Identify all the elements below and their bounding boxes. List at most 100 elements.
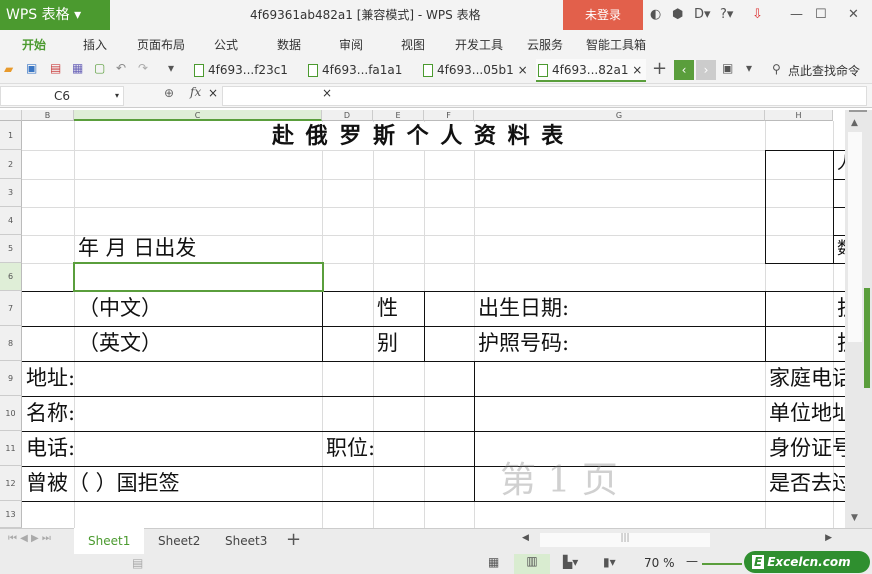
zoom-formula-icon[interactable]: ⊕ [164, 86, 174, 100]
row-header[interactable]: 4 [0, 207, 22, 235]
settings-icon[interactable]: ⬢ [672, 0, 683, 30]
zoom-out-button[interactable]: — [686, 554, 698, 568]
cell-text[interactable]: 职位: [326, 437, 375, 459]
sheet-tab[interactable]: Sheet3 [211, 528, 281, 554]
horizontal-scrollbar[interactable]: ◀ ||| ▶ [522, 533, 832, 547]
pin-icon[interactable]: ▾ [746, 61, 752, 75]
cell-text[interactable]: 单位地址: [769, 402, 845, 424]
scroll-thumb[interactable] [848, 132, 862, 342]
column-header[interactable]: D [322, 110, 373, 121]
row-header[interactable]: 1 [0, 121, 22, 150]
print-preview-icon[interactable]: ▢ [94, 61, 105, 75]
macro-icon[interactable]: ▤ [132, 556, 143, 570]
menu-tab[interactable]: 智能工具箱 [586, 36, 646, 53]
new-tab-button[interactable]: + [652, 58, 667, 79]
row-header[interactable]: 11 [0, 431, 22, 466]
document-tab[interactable]: 4f693...82a1 × [536, 59, 646, 82]
minimize-button[interactable]: — [790, 0, 803, 30]
cell-text[interactable]: 人 [837, 156, 845, 173]
share-icon[interactable]: D▾ [694, 0, 711, 30]
cell-text[interactable]: 性 [377, 297, 398, 319]
cell-text[interactable]: （中文） [78, 297, 162, 319]
cell-text[interactable]: 护照号码: [478, 332, 569, 354]
cell-text[interactable]: 曾被（ ）国拒签 [26, 472, 180, 494]
cell-text[interactable]: 地址: [26, 367, 75, 389]
column-header[interactable]: H [765, 110, 833, 121]
print-icon[interactable]: ▦ [72, 61, 83, 75]
row-header[interactable]: 7 [0, 291, 22, 326]
close-tab-icon[interactable]: × [518, 63, 528, 77]
sheet-tab[interactable]: Sheet1 [74, 528, 145, 554]
row-header[interactable]: 5 [0, 235, 22, 263]
cell-text[interactable]: 电话: [26, 437, 75, 459]
row-header[interactable]: 8 [0, 326, 22, 361]
document-tab[interactable]: 4f693...f23c1 × [192, 59, 300, 100]
reading-mode-icon[interactable]: ▮▾ [603, 555, 616, 569]
login-button[interactable]: 未登录 [563, 0, 643, 30]
open-icon[interactable]: ▰ [4, 62, 13, 76]
skin-icon[interactable]: ◐ [650, 0, 661, 30]
menu-tab[interactable]: 审阅 [339, 36, 363, 53]
cell-text[interactable]: 赴 俄 罗 斯 个 人 资 料 表 [272, 125, 565, 147]
column-header[interactable]: F [424, 110, 474, 121]
download-icon[interactable]: ⇩ [752, 0, 763, 30]
tab-prev-button[interactable]: ‹ [674, 60, 694, 80]
export-pdf-icon[interactable]: ▤ [50, 61, 61, 75]
column-header[interactable]: C [74, 110, 322, 121]
zoom-slider[interactable] [702, 563, 742, 565]
tab-next-button[interactable]: › [696, 60, 716, 80]
column-header[interactable]: B [22, 110, 74, 121]
row-header[interactable]: 12 [0, 466, 22, 501]
cell-text[interactable]: 别 [377, 332, 398, 354]
cell-text[interactable]: 身份证号码: [769, 437, 845, 459]
menu-tab[interactable]: 插入 [83, 36, 107, 53]
column-header[interactable]: G [474, 110, 765, 121]
document-tab[interactable]: 4f693...fa1a1 × [306, 59, 414, 100]
more-dropdown-icon[interactable]: ▾ [168, 61, 174, 75]
menu-tab[interactable]: 云服务 [527, 36, 563, 53]
row-header[interactable]: 13 [0, 501, 22, 528]
formula-input[interactable] [222, 86, 867, 106]
close-tab-icon[interactable]: × [632, 63, 642, 77]
spreadsheet-grid[interactable]: B C D E F G H 1 2 3 4 5 6 7 8 9 10 11 12 13 赴 俄 罗 斯 个 人 资 料 … [0, 110, 845, 528]
menu-tab[interactable]: 开始 [22, 36, 46, 53]
row-header[interactable]: 3 [0, 179, 22, 207]
help-icon[interactable]: ?▾ [720, 0, 733, 30]
cell-text[interactable]: 名称: [26, 402, 75, 424]
sheet-tab[interactable]: Sheet2 [144, 528, 214, 554]
page-layout-icon[interactable]: ▙▾ [563, 555, 578, 569]
cell-text[interactable]: 护照有 [837, 332, 845, 354]
zoom-level[interactable]: 70 % [644, 556, 675, 570]
cell-text[interactable]: 数 [837, 241, 845, 258]
cell-text[interactable]: （英文） [78, 332, 162, 354]
menu-tab[interactable]: 视图 [401, 36, 425, 53]
row-header[interactable]: 9 [0, 361, 22, 396]
column-header[interactable]: E [373, 110, 424, 121]
fx-button[interactable]: fx [190, 85, 201, 99]
maximize-button[interactable]: ☐ [815, 0, 827, 30]
row-header[interactable]: 6 [0, 263, 22, 291]
page-break-view-icon[interactable]: ▥ [514, 554, 550, 574]
name-box[interactable]: C6 ▾ [0, 86, 124, 106]
save-icon[interactable]: ▣ [26, 61, 37, 75]
cell-text[interactable]: 家庭电话: [769, 367, 845, 389]
document-tab[interactable]: 4f693...05b1 × [421, 59, 529, 82]
selected-cell-C6[interactable] [73, 262, 324, 292]
screen-icon[interactable]: ▣ [722, 61, 733, 75]
normal-view-icon[interactable]: ▦ [488, 555, 499, 569]
sheet-nav-arrows[interactable]: ⏮ ◀ ▶ ⏭ [8, 533, 51, 544]
redo-icon[interactable]: ↷ [138, 61, 148, 75]
cell-text[interactable]: 出生日期: [478, 297, 569, 319]
cell-text[interactable]: 年 月 日出发 [78, 238, 196, 259]
app-menu-button[interactable]: WPS 表格 ▾ [0, 0, 110, 30]
menu-tab[interactable]: 公式 [214, 36, 238, 53]
close-tab-icon[interactable]: × [322, 86, 332, 100]
vertical-scrollbar[interactable]: ▲ ▼ [845, 110, 872, 528]
close-tab-icon[interactable]: × [208, 86, 218, 100]
command-search[interactable]: 点此查找命令 [788, 62, 860, 79]
menu-tab[interactable]: 数据 [277, 36, 301, 53]
menu-tab[interactable]: 开发工具 [455, 36, 503, 53]
cell-text[interactable]: 是否去过俄罗斯: [769, 472, 845, 494]
close-button[interactable]: ✕ [848, 0, 859, 30]
menu-tab[interactable]: 页面布局 [137, 36, 185, 53]
